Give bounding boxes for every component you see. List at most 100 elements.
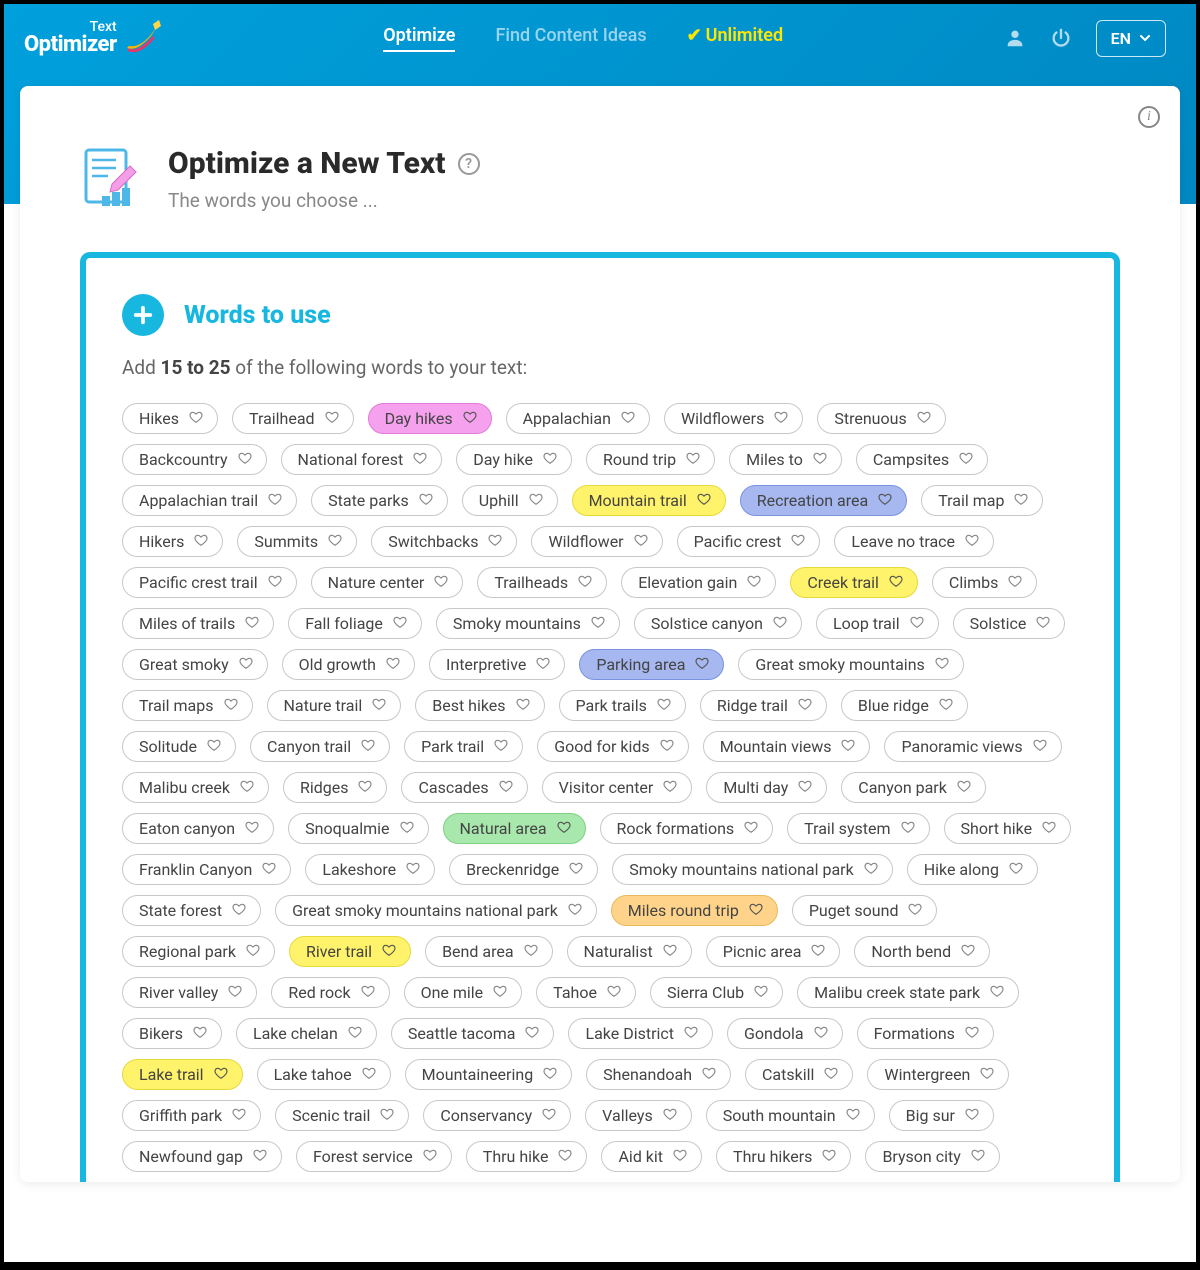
word-pill[interactable]: Bikers <box>122 1018 222 1049</box>
word-pill[interactable]: Catskill <box>745 1059 853 1090</box>
heart-icon[interactable] <box>990 983 1004 1002</box>
heart-icon[interactable] <box>695 655 709 674</box>
heart-icon[interactable] <box>1008 573 1022 592</box>
heart-icon[interactable] <box>841 737 855 756</box>
word-pill[interactable]: Breckenridge <box>449 854 598 885</box>
word-pill[interactable]: Great smoky mountains national park <box>275 895 597 926</box>
word-pill[interactable]: Sierra Club <box>650 977 783 1008</box>
word-pill[interactable]: Fall foliage <box>288 608 422 639</box>
heart-icon[interactable] <box>961 942 975 961</box>
heart-icon[interactable] <box>813 450 827 469</box>
word-pill[interactable]: Malibu creek state park <box>797 977 1019 1008</box>
word-pill[interactable]: Best hikes <box>415 690 544 721</box>
heart-icon[interactable] <box>262 860 276 879</box>
word-pill[interactable]: Recreation area <box>740 485 907 516</box>
word-pill[interactable]: Tahoe <box>536 977 636 1008</box>
word-pill[interactable]: Malibu creek <box>122 772 269 803</box>
word-pill[interactable]: Solitude <box>122 731 236 762</box>
word-pill[interactable]: South mountain <box>706 1100 875 1131</box>
word-pill[interactable]: Hikes <box>122 403 218 434</box>
heart-icon[interactable] <box>358 778 372 797</box>
heart-icon[interactable] <box>224 696 238 715</box>
heart-icon[interactable] <box>702 1065 716 1084</box>
word-pill[interactable]: Pacific crest trail <box>122 567 297 598</box>
heart-icon[interactable] <box>406 860 420 879</box>
word-pill[interactable]: Ridge trail <box>700 690 827 721</box>
heart-icon[interactable] <box>240 778 254 797</box>
heart-icon[interactable] <box>362 1065 376 1084</box>
word-pill[interactable]: Switchbacks <box>371 526 517 557</box>
nav-find-ideas[interactable]: Find Content Ideas <box>495 25 646 52</box>
heart-icon[interactable] <box>525 1024 539 1043</box>
heart-icon[interactable] <box>697 491 711 510</box>
heart-icon[interactable] <box>268 573 282 592</box>
word-pill[interactable]: Wildflower <box>531 526 662 557</box>
heart-icon[interactable] <box>516 696 530 715</box>
heart-icon[interactable] <box>798 778 812 797</box>
word-pill[interactable]: Cascades <box>401 772 527 803</box>
heart-icon[interactable] <box>543 450 557 469</box>
heart-icon[interactable] <box>663 1106 677 1125</box>
heart-icon[interactable] <box>774 409 788 428</box>
help-icon[interactable]: ? <box>458 153 480 175</box>
heart-icon[interactable] <box>1014 491 1028 510</box>
word-pill[interactable]: Bend area <box>425 936 552 967</box>
word-pill[interactable]: Climbs <box>932 567 1037 598</box>
heart-icon[interactable] <box>245 614 259 633</box>
heart-icon[interactable] <box>246 942 260 961</box>
word-pill[interactable]: North bend <box>854 936 990 967</box>
user-icon[interactable] <box>1004 27 1026 49</box>
word-pill[interactable]: Bryson city <box>865 1141 999 1172</box>
word-pill[interactable]: Parking area <box>579 649 724 680</box>
word-pill[interactable]: Rock formations <box>600 813 774 844</box>
heart-icon[interactable] <box>684 1024 698 1043</box>
word-pill[interactable]: Strenuous <box>817 403 945 434</box>
word-pill[interactable]: Regional park <box>122 936 275 967</box>
word-pill[interactable]: Visitor center <box>542 772 693 803</box>
word-pill[interactable]: Miles of trails <box>122 608 274 639</box>
heart-icon[interactable] <box>268 491 282 510</box>
word-pill[interactable]: Short hike <box>944 813 1072 844</box>
word-pill[interactable]: State forest <box>122 895 261 926</box>
power-icon[interactable] <box>1050 27 1072 49</box>
heart-icon[interactable] <box>434 573 448 592</box>
heart-icon[interactable] <box>386 655 400 674</box>
heart-icon[interactable] <box>965 1024 979 1043</box>
word-pill[interactable]: Trail maps <box>122 690 253 721</box>
word-pill[interactable]: Newfound gap <box>122 1141 282 1172</box>
heart-icon[interactable] <box>393 614 407 633</box>
word-pill[interactable]: Big sur <box>889 1100 994 1131</box>
word-pill[interactable]: Griffith park <box>122 1100 261 1131</box>
heart-icon[interactable] <box>413 450 427 469</box>
word-pill[interactable]: Thru hike <box>466 1141 588 1172</box>
heart-icon[interactable] <box>493 983 507 1002</box>
word-pill[interactable]: Hike along <box>907 854 1038 885</box>
add-words-button[interactable] <box>122 294 164 336</box>
heart-icon[interactable] <box>965 532 979 551</box>
word-pill[interactable]: Uphill <box>462 485 558 516</box>
heart-icon[interactable] <box>382 942 396 961</box>
word-pill[interactable]: Loop trail <box>816 608 939 639</box>
heart-icon[interactable] <box>1033 737 1047 756</box>
word-pill[interactable]: Miles round trip <box>611 895 778 926</box>
heart-icon[interactable] <box>822 1147 836 1166</box>
word-pill[interactable]: Eaton canyon <box>122 813 274 844</box>
word-pill[interactable]: Scenic trail <box>275 1100 409 1131</box>
heart-icon[interactable] <box>348 1024 362 1043</box>
word-pill[interactable]: Lake District <box>568 1018 713 1049</box>
word-pill[interactable]: Valleys <box>585 1100 692 1131</box>
word-pill[interactable]: Lake chelan <box>236 1018 377 1049</box>
heart-icon[interactable] <box>494 737 508 756</box>
word-pill[interactable]: One mile <box>404 977 523 1008</box>
word-pill[interactable]: Snoqualmie <box>288 813 428 844</box>
word-pill[interactable]: Picnic area <box>706 936 841 967</box>
heart-icon[interactable] <box>1042 819 1056 838</box>
word-pill[interactable]: Lake trail <box>122 1059 243 1090</box>
heart-icon[interactable] <box>846 1106 860 1125</box>
heart-icon[interactable] <box>536 655 550 674</box>
heart-icon[interactable] <box>910 614 924 633</box>
word-pill[interactable]: River valley <box>122 977 257 1008</box>
heart-icon[interactable] <box>543 1065 557 1084</box>
heart-icon[interactable] <box>971 1147 985 1166</box>
heart-icon[interactable] <box>957 778 971 797</box>
